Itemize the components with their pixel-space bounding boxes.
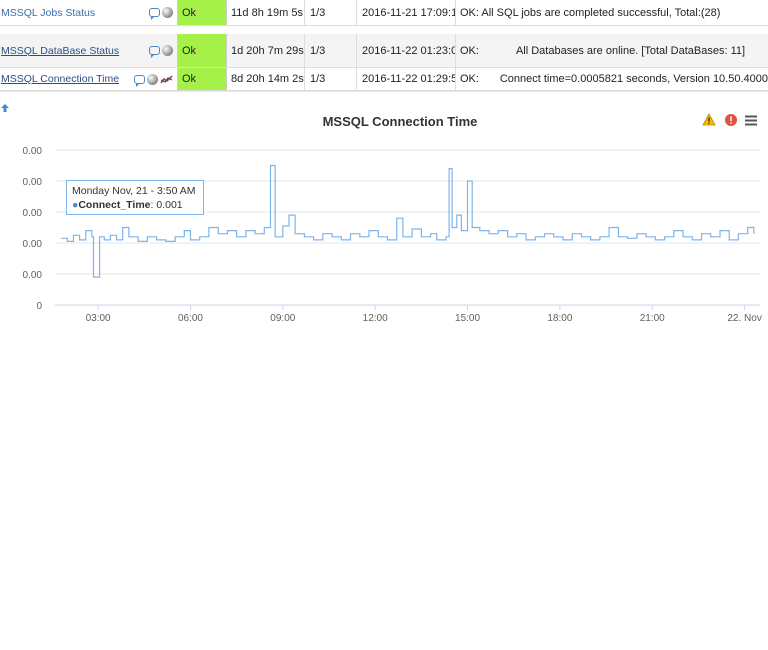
status-info-text: Connect time=0.0005821 seconds, Version … <box>499 73 768 85</box>
tooltip-series-name: Connect_Time <box>78 199 151 211</box>
tooltip-value-line: ●Connect_Time: 0.001 <box>72 199 183 211</box>
x-tick-label: 03:00 <box>86 313 111 324</box>
attempt-cell: 1/3 <box>305 34 357 67</box>
x-tick-label: 09:00 <box>270 313 295 324</box>
status-badge: Ok <box>177 34 227 67</box>
service-name-link[interactable]: MSSQL DataBase Status <box>1 45 119 57</box>
attempt-cell: 1/3 <box>305 0 357 25</box>
y-tick-label: 0 <box>36 301 42 312</box>
status-badge: Ok <box>177 68 227 90</box>
chart-menu-icon[interactable] <box>744 113 758 127</box>
last-check-cell: 2016-11-21 17:09:16 <box>357 0 456 25</box>
tooltip-value: 0.001 <box>156 199 183 211</box>
x-tick-label: 18:00 <box>547 313 572 324</box>
y-tick-label: 0.00 <box>23 177 43 188</box>
status-info-prefix: OK: <box>460 44 479 57</box>
service-name-link[interactable]: MSSQL Jobs Status <box>1 7 95 19</box>
duration-cell: 1d 20h 7m 29s <box>227 34 305 67</box>
service-icons <box>130 34 176 67</box>
table-row: MSSQL DataBase Status Ok 1d 20h 7m 29s 1/3 2… <box>0 34 768 68</box>
comment-icon[interactable] <box>149 8 160 20</box>
service-name-link[interactable]: MSSQL Connection Time <box>1 73 119 85</box>
x-tick-label: 12:00 <box>363 313 388 324</box>
table-row: MSSQL Jobs Status Ok 11d 8h 19m 5s 1/3 2016-… <box>0 0 768 26</box>
x-tick-label: 21:00 <box>640 313 665 324</box>
service-name-cell: MSSQL Connection Time <box>1 68 129 90</box>
error-icon[interactable] <box>724 113 738 127</box>
y-tick-label: 0.00 <box>23 270 43 281</box>
status-info-prefix: OK: All SQL jobs are completed successfu… <box>460 6 721 19</box>
duration-cell: 11d 8h 19m 5s <box>227 0 305 25</box>
graph-icon[interactable] <box>160 74 173 85</box>
warning-icon[interactable] <box>702 113 716 127</box>
comment-icon[interactable] <box>134 74 145 87</box>
status-info-cell: OK: Connect time=0.0005821 seconds, Versi… <box>456 68 768 90</box>
status-badge: Ok <box>177 0 227 25</box>
sphere-icon[interactable] <box>147 73 158 85</box>
x-tick-label: 06:00 <box>178 313 203 324</box>
connection-time-chart: 0.00 0.00 0.00 0.00 0.00 0 03:00 06:00 09:00 12:0… <box>23 146 762 324</box>
status-info-cell: OK: All SQL jobs are completed successfu… <box>456 0 768 25</box>
sphere-icon[interactable] <box>162 7 173 18</box>
comment-icon[interactable] <box>149 46 160 58</box>
y-tick-label: 0.00 <box>23 239 43 250</box>
chart-title: MSSQL Connection Time <box>322 114 478 129</box>
status-info-cell: OK: All Databases are online. [Total Data… <box>456 34 768 67</box>
table-row: MSSQL Connection Time Ok 8d 20h 14m 2s 1/3 2… <box>0 68 768 91</box>
last-check-cell: 2016-11-22 01:29:54 <box>357 68 456 90</box>
x-tick-label: 15:00 <box>455 313 480 324</box>
x-tick-label: 22. Nov <box>727 313 761 324</box>
service-icons <box>130 68 176 90</box>
sphere-icon[interactable] <box>162 45 173 56</box>
status-info-text: All Databases are online. [Total DataBas… <box>515 44 746 57</box>
scroll-up-icon[interactable] <box>0 103 10 113</box>
service-icons <box>130 0 176 25</box>
chart-tooltip: Monday Nov, 21 - 3:50 AM ●Connect_Time: … <box>66 180 204 215</box>
y-tick-label: 0.00 <box>23 208 43 219</box>
tooltip-header: Monday Nov, 21 - 3:50 AM <box>72 185 196 197</box>
attempt-cell: 1/3 <box>305 68 357 90</box>
service-name-cell: MSSQL Jobs Status <box>1 0 129 25</box>
row-separator <box>0 91 768 92</box>
last-check-cell: 2016-11-22 01:23:02 <box>357 34 456 67</box>
service-name-cell: MSSQL DataBase Status <box>1 34 129 67</box>
y-tick-label: 0.00 <box>23 146 43 157</box>
duration-cell: 8d 20h 14m 2s <box>227 68 305 90</box>
status-info-prefix: OK: <box>460 73 479 85</box>
